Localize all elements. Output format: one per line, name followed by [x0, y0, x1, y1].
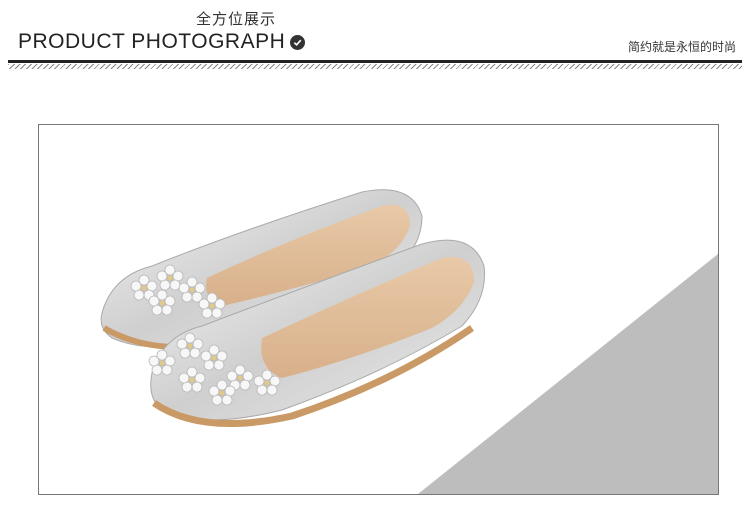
hatched-divider: [8, 64, 742, 69]
product-photo: [100, 189, 486, 428]
check-icon: [290, 34, 306, 50]
section-title-text: PRODUCT PHOTOGRAPH: [18, 30, 286, 53]
section-title-english: PRODUCT PHOTOGRAPH: [18, 30, 306, 54]
section-title-chinese: 全方位展示: [196, 10, 277, 28]
header-divider: [8, 60, 742, 63]
tagline: 简约就是永恒的时尚: [627, 40, 736, 54]
